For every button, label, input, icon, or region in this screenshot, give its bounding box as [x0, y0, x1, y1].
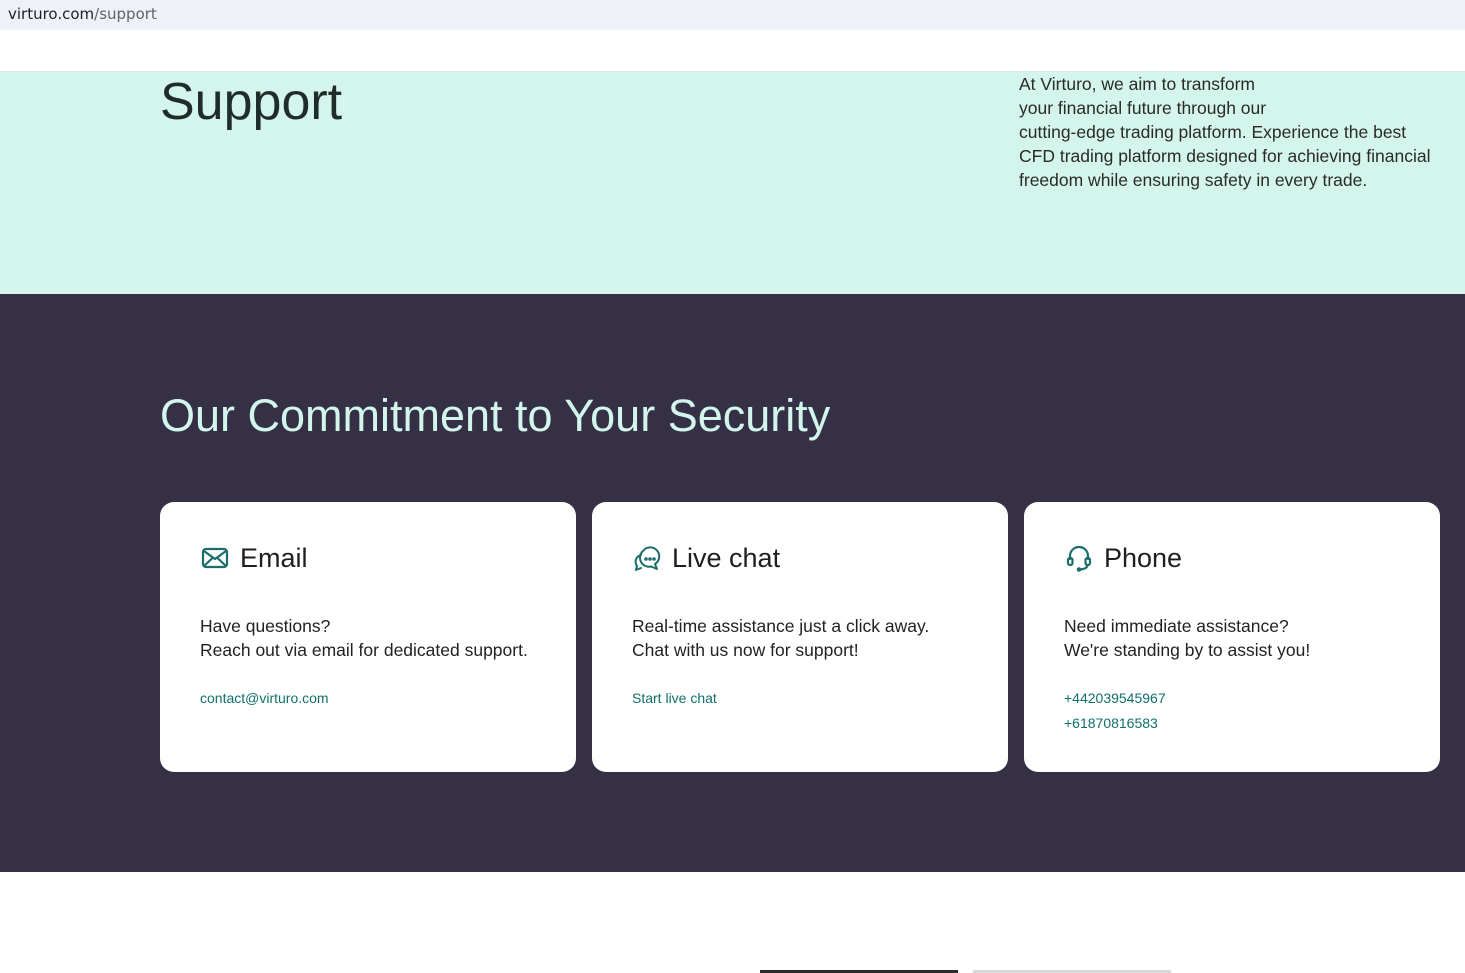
- hero-intro-line: CFD trading platform designed for achiev…: [1019, 146, 1431, 166]
- hero-intro: At Virturo, we aim to transform your fin…: [1019, 72, 1459, 192]
- security-section: Our Commitment to Your Security Email Ha…: [0, 294, 1465, 872]
- phone-card-links: +442039545967 +61870816583: [1064, 686, 1166, 736]
- phone-card-desc-line: Need immediate assistance?: [1064, 616, 1289, 636]
- lower-section: [0, 872, 1465, 973]
- url-text[interactable]: virturo.com/support: [8, 5, 157, 23]
- email-card-desc-line: Have questions?: [200, 616, 331, 636]
- live-chat-card-desc-line: Real-time assistance just a click away.: [632, 616, 930, 636]
- email-card: Email Have questions? Reach out via emai…: [160, 502, 576, 772]
- live-chat-card-desc-line: Chat with us now for support!: [632, 640, 859, 660]
- hero-intro-line: At Virturo, we aim to transform: [1019, 74, 1256, 94]
- email-card-links: contact@virturo.com: [200, 686, 329, 711]
- page-title: Support: [160, 73, 343, 131]
- email-address-link[interactable]: contact@virturo.com: [200, 686, 329, 711]
- phone-card: Phone Need immediate assistance? We're s…: [1024, 502, 1440, 772]
- phone-card-description: Need immediate assistance? We're standin…: [1064, 614, 1310, 662]
- live-chat-card-header: Live chat: [632, 540, 780, 576]
- live-chat-card-description: Real-time assistance just a click away. …: [632, 614, 929, 662]
- hero-intro-line: cutting-edge trading platform. Experienc…: [1019, 122, 1407, 142]
- hero-intro-line: your financial future through our: [1019, 98, 1267, 118]
- browser-address-bar[interactable]: virturo.com/support: [0, 0, 1465, 30]
- hero-intro-line: freedom while ensuring safety in every t…: [1019, 170, 1368, 190]
- hero-section: Support At Virturo, we aim to transform …: [0, 72, 1465, 294]
- email-card-desc-line: Reach out via email for dedicated suppor…: [200, 640, 528, 660]
- phone-number-uk-link[interactable]: +442039545967: [1064, 686, 1166, 711]
- url-path: /support: [94, 5, 157, 23]
- site-header: [0, 30, 1465, 72]
- live-chat-card-links: Start live chat: [632, 686, 717, 711]
- headset-icon: [1064, 543, 1094, 573]
- live-chat-card-title: Live chat: [672, 542, 781, 573]
- url-host: virturo.com: [8, 5, 95, 23]
- envelope-icon: [200, 543, 230, 573]
- phone-card-desc-line: We're standing by to assist you!: [1064, 640, 1311, 660]
- phone-card-title: Phone: [1104, 542, 1183, 573]
- email-card-description: Have questions? Reach out via email for …: [200, 614, 528, 662]
- security-heading: Our Commitment to Your Security: [160, 390, 831, 441]
- phone-card-header: Phone: [1064, 540, 1182, 576]
- start-live-chat-link[interactable]: Start live chat: [632, 686, 717, 711]
- email-card-header: Email: [200, 540, 308, 576]
- phone-number-au-link[interactable]: +61870816583: [1064, 711, 1166, 736]
- email-card-title: Email: [240, 542, 308, 573]
- chat-bubbles-icon: [632, 543, 662, 573]
- live-chat-card: Live chat Real-time assistance just a cl…: [592, 502, 1008, 772]
